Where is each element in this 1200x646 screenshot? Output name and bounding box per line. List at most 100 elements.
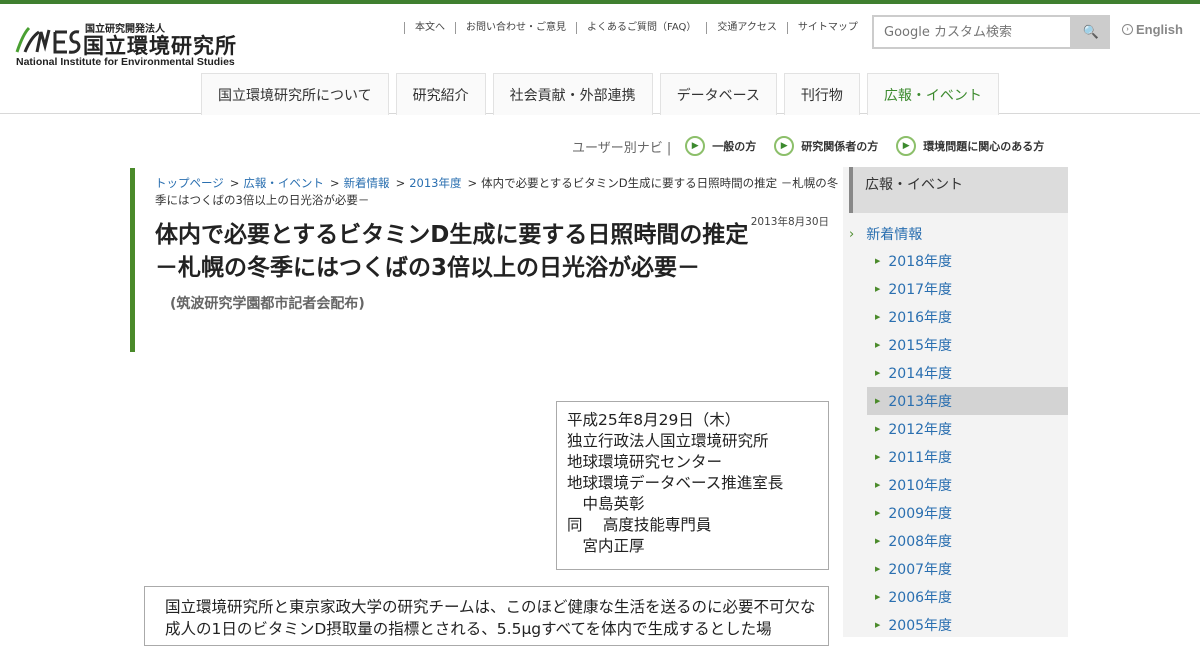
search-input[interactable] <box>872 15 1072 49</box>
triangle-right-icon: ▶ <box>875 341 881 349</box>
play-circle-icon: ▶ <box>685 136 706 156</box>
sidebar-item-2007[interactable]: ▶ 2007年度 <box>867 555 1068 583</box>
title-main: 体内で必要とするビタミンD生成に要する日照時間の推定 <box>155 222 749 248</box>
triangle-right-icon: ▶ <box>875 369 881 377</box>
search-icon: 🔍 <box>1082 24 1100 39</box>
user-navi-interested[interactable]: ▶ 環境問題に関心のある方 <box>896 136 1044 156</box>
user-navi-label: 一般の方 <box>712 140 757 153</box>
sidebar-item-2010[interactable]: ▶ 2010年度 <box>867 471 1068 499</box>
sidebar-title: 広報・イベント <box>849 167 1068 213</box>
util-link-skip-to-content[interactable]: 本文へ <box>404 22 455 34</box>
user-navi-general[interactable]: ▶ 一般の方 <box>685 136 756 156</box>
breadcrumb-pr-events[interactable]: 広報・イベント <box>243 176 324 190</box>
article-summary: 国立環境研究所と東京家政大学の研究チームは、このほど健康な生活を送るのに必要不可… <box>144 586 829 646</box>
page-title: 体内で必要とするビタミンD生成に要する日照時間の推定 －札幌の冬季にはつくばの3… <box>155 219 765 285</box>
sidebar-item-label: 2013年度 <box>888 394 953 410</box>
triangle-right-icon: ▶ <box>875 257 881 265</box>
triangle-right-icon: ▶ <box>875 509 881 517</box>
util-link-access[interactable]: 交通アクセス <box>706 22 787 34</box>
triangle-right-icon: ▶ <box>875 593 881 601</box>
breadcrumb: トップページ > 広報・イベント > 新着情報 >2013年度 > 体内で必要とするビタミンD… <box>155 176 839 207</box>
sidebar-item-2016[interactable]: ▶ 2016年度 <box>867 303 1068 331</box>
util-link-sitemap[interactable]: サイトマップ <box>786 22 868 34</box>
triangle-right-icon: ▶ <box>875 621 881 629</box>
sidebar-item-label: 2010年度 <box>888 478 953 494</box>
info-center: 地球環境研究センター <box>567 453 723 471</box>
triangle-right-icon: ▶ <box>875 537 881 545</box>
breadcrumb-top[interactable]: トップページ <box>155 176 224 190</box>
nav-social-contribution[interactable]: 社会貢献・外部連携 <box>492 73 653 115</box>
sidebar-year-list: ▶ 2018年度 ▶ 2017年度 ▶ 2016年度 ▶ 2015年度 ▶ 2014年度 … <box>867 247 1068 639</box>
util-link-contact[interactable]: お問い合わせ・ご意見 <box>455 22 576 34</box>
play-circle-icon: ▶ <box>774 136 795 156</box>
info-person-1: 中島英彰 <box>567 495 645 513</box>
sidebar-item-2015[interactable]: ▶ 2015年度 <box>867 331 1068 359</box>
sidebar-item-label: 2009年度 <box>888 506 953 522</box>
nies-logo-mark <box>15 26 81 54</box>
nav-about[interactable]: 国立環境研究所について <box>201 73 389 115</box>
triangle-right-icon: ▶ <box>875 481 881 489</box>
sidebar-item-2008[interactable]: ▶ 2008年度 <box>867 527 1068 555</box>
sidebar-item-label: 2015年度 <box>888 338 953 354</box>
site-header: 国立研究開発法人 国立環境研究所 National Institute for … <box>0 4 1200 115</box>
sidebar-item-2006[interactable]: ▶ 2006年度 <box>867 583 1068 611</box>
chevron-right-icon: › <box>1122 24 1133 35</box>
info-position: 地球環境データベース推進室長 <box>567 474 784 492</box>
press-info-box: 平成25年8月29日（木） 独立行政法人国立環境研究所 地球環境研究センター 地… <box>556 401 829 570</box>
chevron-right-icon: › <box>849 226 855 242</box>
play-circle-icon: ▶ <box>896 136 917 156</box>
sidebar-section-label: 新着情報 <box>866 227 923 243</box>
sidebar-item-label: 2012年度 <box>888 422 953 438</box>
sidebar-item-2005[interactable]: ▶ 2005年度 <box>867 611 1068 639</box>
info-org: 独立行政法人国立環境研究所 <box>567 432 769 450</box>
nav-pr-events[interactable]: 広報・イベント <box>866 73 999 115</box>
search-button[interactable]: 🔍 <box>1072 15 1110 49</box>
info-position-2: 同 高度技能専門員 <box>567 516 712 534</box>
sidebar-item-2011[interactable]: ▶ 2011年度 <box>867 443 1068 471</box>
sidebar-item-label: 2006年度 <box>888 590 953 606</box>
utility-links: 本文へ お問い合わせ・ご意見 よくあるご質問（FAQ） 交通アクセス サイトマッ… <box>404 22 868 34</box>
sidebar-item-label: 2011年度 <box>888 450 953 466</box>
sidebar-item-2009[interactable]: ▶ 2009年度 <box>867 499 1068 527</box>
article-date: 2013年8月30日 <box>750 216 829 228</box>
breadcrumb-news[interactable]: 新着情報 <box>344 176 390 190</box>
triangle-right-icon: ▶ <box>875 453 881 461</box>
global-nav: 国立環境研究所について 研究紹介 社会貢献・外部連携 データベース 刊行物 広報… <box>201 73 999 115</box>
sidebar-item-label: 2018年度 <box>888 254 953 270</box>
nav-database[interactable]: データベース <box>659 73 777 115</box>
nav-research[interactable]: 研究紹介 <box>395 73 486 115</box>
sidebar-item-label: 2014年度 <box>888 366 953 382</box>
sidebar-item-2017[interactable]: ▶ 2017年度 <box>867 275 1068 303</box>
triangle-right-icon: ▶ <box>875 565 881 573</box>
site-search: 🔍 <box>872 15 1110 49</box>
sidebar-item-2012[interactable]: ▶ 2012年度 <box>867 415 1068 443</box>
triangle-right-icon: ▶ <box>875 397 881 405</box>
org-name-en: National Institute for Environmental Stu… <box>16 56 235 68</box>
english-label: English <box>1136 22 1183 37</box>
site-logo[interactable]: 国立研究開発法人 国立環境研究所 National Institute for … <box>15 18 260 72</box>
user-navi-researchers[interactable]: ▶ 研究関係者の方 <box>774 136 878 156</box>
sidebar-item-label: 2007年度 <box>888 562 953 578</box>
triangle-right-icon: ▶ <box>875 285 881 293</box>
triangle-right-icon: ▶ <box>875 425 881 433</box>
triangle-right-icon: ▶ <box>875 313 881 321</box>
sidebar-item-label: 2017年度 <box>888 282 953 298</box>
title-sub: －札幌の冬季にはつくばの3倍以上の日光浴が必要－ <box>155 255 701 281</box>
sidebar-item-label: 2008年度 <box>888 534 953 550</box>
info-date: 平成25年8月29日（木） <box>567 411 741 429</box>
english-link[interactable]: › English <box>1122 22 1183 37</box>
util-link-faq[interactable]: よくあるご質問（FAQ） <box>576 22 706 34</box>
sidebar-item-2014[interactable]: ▶ 2014年度 <box>867 359 1068 387</box>
sidebar-item-2018[interactable]: ▶ 2018年度 <box>867 247 1068 275</box>
info-person-2: 宮内正厚 <box>567 537 645 555</box>
summary-text: 国立環境研究所と東京家政大学の研究チームは、このほど健康な生活を送るのに必要不可… <box>165 598 816 638</box>
sidebar-section-news[interactable]: › 新着情報 <box>843 223 1068 245</box>
breadcrumb-year[interactable]: 2013年度 <box>409 176 461 190</box>
user-navi-label: 環境問題に関心のある方 <box>923 140 1045 153</box>
sidebar-item-label: 2005年度 <box>888 618 953 634</box>
user-navi: ユーザー別ナビ | ▶ 一般の方 ▶ 研究関係者の方 ▶ 環境問題に関心のある方 <box>572 136 1044 156</box>
press-note: (筑波研究学園都市記者会配布) <box>170 296 365 312</box>
sidebar-item-2013[interactable]: ▶ 2013年度 <box>867 387 1068 415</box>
nav-publications[interactable]: 刊行物 <box>783 73 860 115</box>
main-content: トップページ > 広報・イベント > 新着情報 >2013年度 > 体内で必要とするビタミンD… <box>130 168 843 646</box>
